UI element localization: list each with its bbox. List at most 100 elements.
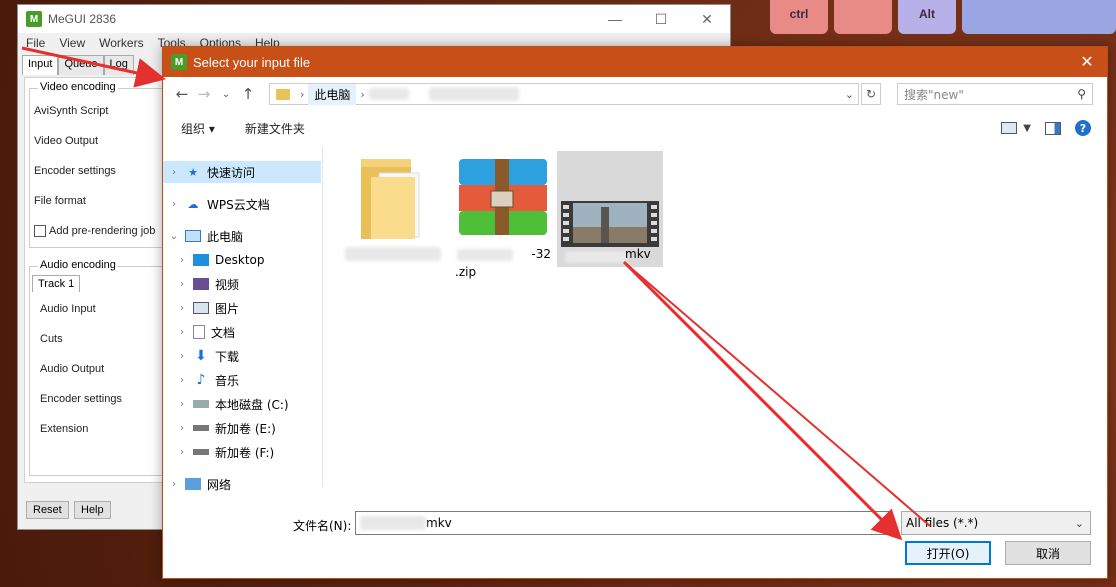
nav-label: 图片 [215, 301, 240, 316]
alt-key: Alt [898, 0, 956, 34]
drive-icon [193, 449, 209, 455]
chevron-right-icon[interactable]: › [360, 88, 364, 101]
prerender-checkbox[interactable]: Add pre-rendering job [34, 225, 155, 237]
video-thumbnail-icon [561, 201, 659, 247]
search-icon[interactable]: ⚲ [1077, 87, 1086, 101]
recent-chevron-icon[interactable]: ⌄ [215, 89, 237, 100]
nav-label: 本地磁盘 (C:) [215, 397, 289, 412]
audio-output-label: Audio Output [40, 363, 105, 375]
checkbox-icon[interactable] [34, 225, 46, 237]
chevron-down-icon[interactable]: ▼ [1023, 123, 1031, 134]
chevron-down-icon[interactable]: ⌄ [1075, 517, 1084, 530]
file-item-folder[interactable] [341, 151, 447, 267]
audio-encoding-group: Audio encoding Track 1 Audio Input Cuts … [29, 259, 169, 476]
file-item-video[interactable]: mkv [557, 151, 663, 267]
nav-network[interactable]: › 网络 [163, 473, 321, 495]
tab-log[interactable]: Log [103, 55, 134, 75]
change-view-icon[interactable] [1001, 122, 1018, 134]
tab-queue[interactable]: Queue [58, 55, 104, 75]
filetype-select[interactable]: All files (*.*) ⌄ [901, 511, 1091, 535]
megui-title: MeGUI 2836 [48, 12, 117, 26]
filename-input[interactable]: mkv ⌄ [355, 511, 891, 535]
nav-this-pc[interactable]: ⌄ 此电脑 [163, 225, 321, 247]
nav-drive-e[interactable]: › 新加卷 (E:) [163, 417, 321, 439]
video-encoding-label: Video encoding [38, 81, 118, 93]
address-bar[interactable]: › 此电脑 › ⌄ [269, 83, 859, 105]
close-icon[interactable]: ✕ [1067, 52, 1107, 72]
chevron-right-icon[interactable]: › [171, 399, 193, 410]
chevron-right-icon[interactable]: › [163, 199, 185, 210]
nav-documents[interactable]: › 文档 [163, 321, 321, 343]
chevron-right-icon[interactable]: › [163, 479, 185, 490]
chevron-right-icon[interactable]: › [171, 303, 193, 314]
chevron-down-icon[interactable]: ⌄ [163, 231, 185, 242]
refresh-icon[interactable]: ↻ [861, 83, 881, 105]
megui-titlebar: M MeGUI 2836 — ☐ ✕ [18, 5, 730, 33]
nav-wps-cloud[interactable]: › ☁ WPS云文档 [163, 193, 321, 215]
network-icon [185, 478, 201, 490]
extension-label: Extension [40, 423, 89, 435]
close-icon[interactable]: ✕ [684, 11, 730, 28]
dialog-app-icon: M [171, 54, 187, 70]
new-folder-button[interactable]: 新建文件夹 [245, 120, 305, 137]
encoder-settings-label: Encoder settings [34, 165, 116, 177]
nav-drive-c[interactable]: › 本地磁盘 (C:) [163, 393, 321, 415]
filename-label: 文件名(N): [293, 519, 352, 533]
nav-desktop[interactable]: › Desktop [163, 249, 321, 271]
menu-workers[interactable]: Workers [99, 36, 143, 50]
chevron-right-icon[interactable]: › [171, 327, 193, 338]
pin-icon: ★ [188, 165, 198, 179]
chevron-right-icon[interactable]: › [171, 447, 193, 458]
documents-icon [193, 325, 205, 339]
preview-pane-icon[interactable] [1045, 121, 1061, 135]
nav-label: 下载 [215, 349, 240, 364]
breadcrumb-this-pc[interactable]: 此电脑 [308, 83, 357, 105]
tab-track-1[interactable]: Track 1 [32, 275, 81, 292]
nav-label: Desktop [215, 253, 265, 267]
chevron-down-icon[interactable]: ⌄ [877, 517, 886, 530]
nav-music[interactable]: › ♪ 音乐 [163, 369, 321, 391]
maximize-icon[interactable]: ☐ [638, 11, 684, 28]
audio-encoder-settings-label: Encoder settings [40, 393, 122, 405]
help-icon[interactable]: ? [1075, 120, 1091, 136]
chevron-right-icon[interactable]: › [171, 279, 193, 290]
chevron-right-icon[interactable]: › [171, 351, 193, 362]
search-input[interactable]: 搜索"new" ⚲ [897, 83, 1093, 105]
redacted-filename [345, 247, 441, 261]
file-item-archive[interactable]: -32 .zip [447, 151, 553, 279]
chevron-down-icon[interactable]: ⌄ [845, 88, 854, 101]
nav-downloads[interactable]: › ⬇ 下载 [163, 345, 321, 367]
nav-drive-f[interactable]: › 新加卷 (F:) [163, 441, 321, 463]
computer-icon [185, 230, 201, 242]
audio-encoding-label: Audio encoding [38, 259, 118, 271]
nav-videos[interactable]: › 视频 [163, 273, 321, 295]
chevron-right-icon[interactable]: › [163, 167, 185, 178]
desktop-keyboard-graphic: ctrl Alt [764, 0, 1116, 40]
chevron-right-icon[interactable]: › [171, 375, 193, 386]
reset-button[interactable]: Reset [26, 501, 69, 519]
dialog-titlebar: M Select your input file ✕ [163, 47, 1107, 77]
chevron-right-icon[interactable]: › [171, 255, 193, 266]
file-format-label: File format [34, 195, 86, 207]
tab-input[interactable]: Input [22, 55, 59, 75]
file-name: -32 [531, 247, 551, 261]
navigation-pane: › ★ 快速访问 › ☁ WPS云文档 ⌄ 此电脑 › Desktop › 视频… [163, 147, 323, 492]
cloud-icon: ☁ [187, 197, 199, 211]
video-encoding-group: Video encoding AviSynth Script Video Out… [29, 81, 169, 248]
cancel-button[interactable]: 取消 [1005, 541, 1091, 565]
forward-icon[interactable]: → [193, 85, 215, 103]
download-icon: ⬇ [195, 348, 207, 364]
minimize-icon[interactable]: — [592, 11, 638, 28]
menu-view[interactable]: View [59, 36, 85, 50]
video-output-label: Video Output [34, 135, 99, 147]
ctrl-key: ctrl [770, 0, 828, 34]
up-icon[interactable]: ↑ [237, 85, 259, 103]
nav-quick-access[interactable]: › ★ 快速访问 [163, 161, 321, 183]
nav-pictures[interactable]: › 图片 [163, 297, 321, 319]
back-icon[interactable]: ← [171, 85, 193, 103]
open-button[interactable]: 打开(O) [905, 541, 991, 565]
organize-button[interactable]: 组织 ▾ [181, 120, 215, 137]
help-button[interactable]: Help [74, 501, 111, 519]
chevron-right-icon[interactable]: › [171, 423, 193, 434]
menu-file[interactable]: File [26, 36, 45, 50]
